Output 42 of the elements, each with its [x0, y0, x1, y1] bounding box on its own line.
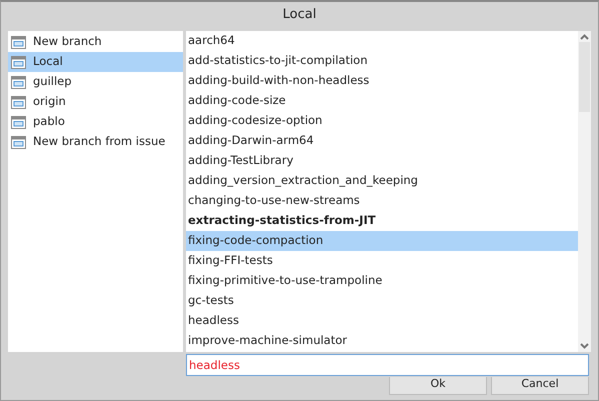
branch-item[interactable]: adding-codesize-option: [186, 111, 578, 131]
filter-field[interactable]: headless: [186, 354, 589, 376]
scroll-thumb[interactable]: [579, 42, 590, 112]
branch-item[interactable]: headless: [186, 311, 578, 331]
branch-item[interactable]: aarch64: [186, 31, 578, 51]
window-icon: [11, 116, 26, 128]
window-title: Local: [282, 6, 318, 24]
branch-item[interactable]: adding-Darwin-arm64: [186, 131, 578, 151]
scroll-down-icon[interactable]: [580, 342, 589, 349]
cancel-button[interactable]: Cancel: [491, 377, 589, 395]
branch-item[interactable]: adding-TestLibrary: [186, 151, 578, 171]
branch-item[interactable]: extracting-statistics-from-JIT: [186, 211, 578, 231]
scroll-up-icon[interactable]: [580, 34, 589, 41]
branch-item[interactable]: gc-tests: [186, 291, 578, 311]
remote-label: New branch from issue: [33, 133, 166, 150]
branch-item[interactable]: fixing-FFI-tests: [186, 251, 578, 271]
branch-item[interactable]: add-statistics-to-jit-compilation: [186, 51, 578, 71]
branch-item[interactable]: adding_version_extraction_and_keeping: [186, 171, 578, 191]
remote-label: New branch: [33, 33, 102, 50]
remote-label: pablo: [33, 113, 65, 130]
remote-item[interactable]: guillep: [8, 72, 183, 92]
window-icon: [11, 96, 26, 108]
window-icon: [11, 36, 26, 48]
window-icon: [11, 136, 26, 148]
remote-label: guillep: [33, 73, 72, 90]
branch-item[interactable]: changing-to-use-new-streams: [186, 191, 578, 211]
window-icon: [11, 76, 26, 88]
remote-item[interactable]: New branch: [8, 32, 183, 52]
branch-item[interactable]: fixing-code-compaction: [186, 231, 578, 251]
branch-item[interactable]: improve-machine-simulator: [186, 331, 578, 351]
remote-item[interactable]: pablo: [8, 112, 183, 132]
branch-item[interactable]: adding-code-size: [186, 91, 578, 111]
window-icon: [11, 56, 26, 68]
remote-label: origin: [33, 93, 66, 110]
remote-label: Local: [33, 53, 63, 70]
branch-item[interactable]: fixing-primitive-to-use-trampoline: [186, 271, 578, 291]
ok-button[interactable]: Ok: [389, 377, 487, 395]
scrollbar[interactable]: [578, 31, 591, 352]
remote-item[interactable]: origin: [8, 92, 183, 112]
branch-item[interactable]: adding-build-with-non-headless: [186, 71, 578, 91]
remote-item[interactable]: Local: [8, 52, 183, 72]
remote-item[interactable]: New branch from issue: [8, 132, 183, 152]
